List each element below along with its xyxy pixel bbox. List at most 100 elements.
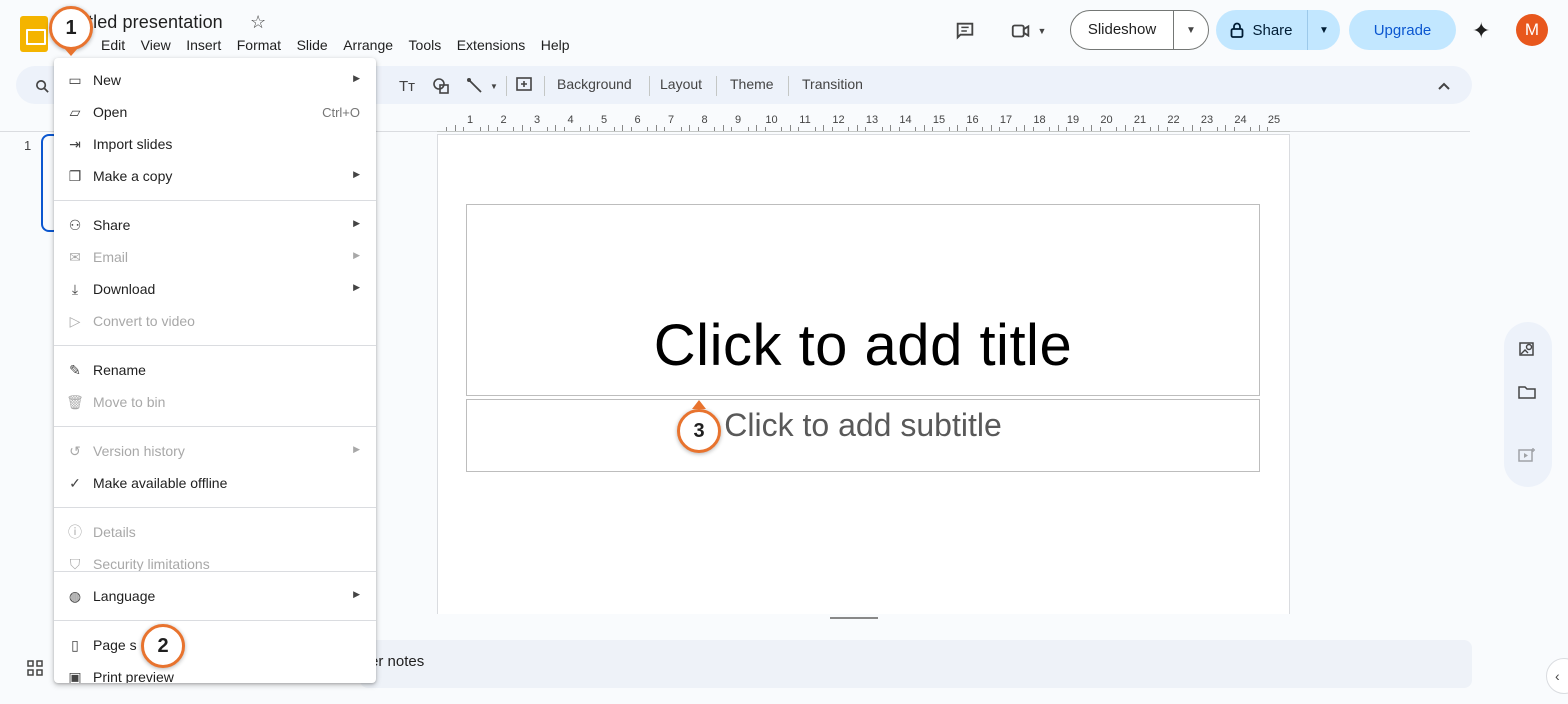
slideshow-button[interactable]: Slideshow xyxy=(1071,11,1174,49)
menu-tools[interactable]: Tools xyxy=(409,37,442,55)
ruler-number: 24 xyxy=(1234,114,1247,126)
avatar[interactable]: M xyxy=(1516,14,1548,46)
title-placeholder-text[interactable]: Click to add title xyxy=(466,312,1260,379)
comments-icon[interactable] xyxy=(952,18,978,44)
ruler-tick xyxy=(923,125,925,131)
grid-view-icon[interactable] xyxy=(27,660,43,681)
side-panel-toggle-chevron-icon[interactable]: ‹ xyxy=(1546,658,1568,694)
upgrade-button[interactable]: Upgrade xyxy=(1349,10,1456,50)
star-icon[interactable]: ☆ xyxy=(250,12,266,33)
ruler-tick xyxy=(756,125,758,131)
ruler-tick xyxy=(513,127,515,131)
add-comment-icon[interactable] xyxy=(514,75,534,95)
ruler-tick xyxy=(622,125,624,131)
menu-insert[interactable]: Insert xyxy=(186,37,221,55)
submenu-arrow-icon: ▶ xyxy=(353,169,360,179)
menu-item-make-available-offline[interactable]: ✓ Make available offline xyxy=(54,467,376,499)
submenu-arrow-icon: ▶ xyxy=(353,444,360,454)
menu-item-import-slides[interactable]: ⇥ Import slides xyxy=(54,128,376,160)
menu-extensions[interactable]: Extensions xyxy=(457,37,525,55)
transition-button[interactable]: Transition xyxy=(802,76,863,92)
ruler-tick xyxy=(848,127,850,131)
ruler-number: 6 xyxy=(634,114,641,126)
share-button-group: Share ▼ xyxy=(1216,10,1340,50)
line-icon[interactable]: ▼ xyxy=(462,75,502,97)
ruler-tick xyxy=(865,127,867,131)
search-menus-icon[interactable] xyxy=(32,76,52,96)
share-button[interactable]: Share xyxy=(1216,10,1308,50)
ruler-tick xyxy=(1183,127,1185,131)
ruler-tick xyxy=(881,127,883,131)
background-button[interactable]: Background xyxy=(557,76,632,92)
menu-item-rename[interactable]: ✎ Rename xyxy=(54,354,376,386)
slideshow-button-group: Slideshow ▼ xyxy=(1070,10,1209,50)
menu-item-label: New xyxy=(93,72,122,88)
menu-item-language[interactable]: ◍ Language ▶ xyxy=(54,580,376,612)
ruler-tick xyxy=(915,127,917,131)
ruler-tick xyxy=(1057,125,1059,131)
ruler-tick xyxy=(1032,127,1034,131)
ruler-tick xyxy=(948,127,950,131)
menu-item-page-s[interactable]: ▯ Page s xyxy=(54,629,376,661)
theme-button[interactable]: Theme xyxy=(730,76,774,92)
ruler-number: 5 xyxy=(600,114,608,126)
gemini-sparkle-icon[interactable]: ✦ xyxy=(1472,18,1490,44)
slides-logo-icon[interactable] xyxy=(20,16,48,52)
menu-item-print-preview[interactable]: ▣ Print preview xyxy=(54,661,376,684)
ruler-number: 19 xyxy=(1066,114,1080,126)
menu-item-new[interactable]: ▭ New ▶ xyxy=(54,64,376,96)
ruler-tick xyxy=(1267,127,1269,131)
ruler-tick xyxy=(932,127,934,131)
ruler-number: 13 xyxy=(865,114,879,126)
menu-view[interactable]: View xyxy=(141,37,171,55)
horizontal-ruler[interactable]: 1 2 3 4 5 6 7 8 9 10 11 12 13 14 15 16 17 18 19 20 21 22 23 24 2… xyxy=(437,114,1290,132)
menu-format[interactable]: Format xyxy=(237,37,281,55)
shape-icon[interactable] xyxy=(430,75,452,97)
ruler-tick xyxy=(999,127,1001,131)
ruler-tick xyxy=(990,125,992,131)
text-box-icon[interactable]: Tт xyxy=(396,75,418,97)
image-search-icon[interactable] xyxy=(1518,340,1536,363)
menu-item-label: Email xyxy=(93,249,129,265)
menu-item-open[interactable]: ▱ Open Ctrl+O xyxy=(54,96,376,128)
menu-item-convert-to-video: ▷ Convert to video xyxy=(54,305,376,337)
menu-item-make-a-copy[interactable]: ❐ Make a copy ▶ xyxy=(54,160,376,192)
subtitle-placeholder-text[interactable]: Click to add subtitle xyxy=(466,407,1260,444)
document-title[interactable]: tled presentation xyxy=(88,12,223,33)
menu-item-label: Print preview xyxy=(93,669,174,683)
ruler-tick xyxy=(1225,125,1227,131)
badge-pointer xyxy=(692,400,706,409)
menu-item-share[interactable]: ⚇ Share ▶ xyxy=(54,209,376,241)
speaker-notes[interactable]: er notes xyxy=(360,640,1472,688)
menu-bar: Edit View Insert Format Slide Arrange To… xyxy=(101,37,585,55)
ruler-number: 18 xyxy=(1033,114,1046,126)
menu-slide[interactable]: Slide xyxy=(297,37,328,55)
folder-icon[interactable] xyxy=(1518,384,1536,405)
add-video-icon[interactable] xyxy=(1518,447,1536,468)
menu-item-label: Import slides xyxy=(93,136,173,152)
menu-divider xyxy=(54,200,376,201)
layout-button[interactable]: Layout xyxy=(660,76,702,92)
menu-item-download[interactable]: ⤓ Download ▶ xyxy=(54,273,376,305)
meet-video-icon[interactable]: ▼ xyxy=(1006,18,1050,44)
menu-edit[interactable]: Edit xyxy=(101,37,125,55)
slideshow-options-chevron-icon[interactable]: ▼ xyxy=(1174,25,1208,36)
ruler-tick xyxy=(957,125,959,131)
globe-icon: ◍ xyxy=(68,587,82,604)
ruler-tick xyxy=(1082,127,1084,131)
collapse-toolbar-chevron-up-icon[interactable] xyxy=(1434,76,1454,96)
ruler-tick xyxy=(1049,127,1051,131)
menu-item-version-history: ↺ Version history ▶ xyxy=(54,435,376,467)
ruler-tick xyxy=(1166,127,1168,131)
share-options-chevron-icon[interactable]: ▼ xyxy=(1308,25,1340,36)
info-icon: ⓘ xyxy=(68,524,82,540)
menu-help[interactable]: Help xyxy=(541,37,570,55)
ruler-number: 2 xyxy=(500,114,507,126)
menu-item-label: Rename xyxy=(93,362,146,378)
ruler-tick xyxy=(823,125,825,131)
menu-item-label: Download xyxy=(93,281,156,297)
notes-resize-handle[interactable] xyxy=(830,617,878,619)
ruler-tick xyxy=(1158,125,1160,131)
menu-arrange[interactable]: Arrange xyxy=(343,37,393,55)
ruler-tick xyxy=(580,127,582,131)
